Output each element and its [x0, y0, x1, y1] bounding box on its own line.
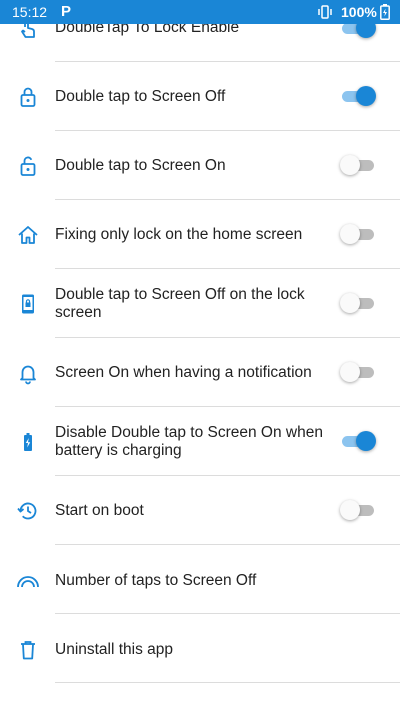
history-icon	[16, 499, 40, 523]
setting-label: Screen On when having a notification	[55, 364, 312, 381]
setting-row-screen-on[interactable]: Double tap to Screen On	[0, 131, 400, 200]
setting-label: Double tap to Screen Off on the lock scr…	[55, 286, 305, 321]
switch-thumb	[340, 362, 360, 382]
switch-thumb	[356, 431, 376, 451]
setting-label: Double tap to Screen On	[55, 157, 226, 174]
toggle-switch[interactable]	[340, 155, 376, 175]
status-bar: 15:12 P 100%	[0, 0, 400, 24]
setting-label: Uninstall this app	[55, 641, 174, 658]
switch-thumb	[340, 293, 360, 313]
signal-arc-icon	[16, 570, 40, 594]
toggle-switch[interactable]	[340, 431, 376, 451]
switch-thumb	[340, 224, 360, 244]
switch-thumb	[340, 500, 360, 520]
home-icon	[16, 223, 40, 247]
lock-open-icon	[16, 154, 40, 178]
toggle-switch[interactable]	[340, 362, 376, 382]
lock-icon	[16, 85, 40, 109]
setting-label: Disable Double tap to Screen On when bat…	[55, 424, 323, 459]
phone-lock-icon	[16, 292, 40, 316]
toggle-switch[interactable]	[340, 293, 376, 313]
setting-row-screen-off[interactable]: Double tap to Screen Off	[0, 62, 400, 131]
setting-row-notification[interactable]: Screen On when having a notification	[0, 338, 400, 407]
setting-row-battery-charging[interactable]: Disable Double tap to Screen On when bat…	[0, 407, 400, 476]
setting-row-lockscreen-off[interactable]: Double tap to Screen Off on the lock scr…	[0, 269, 400, 338]
bell-icon	[16, 361, 40, 385]
setting-row-start-on-boot[interactable]: Start on boot	[0, 476, 400, 545]
setting-label: Double tap to Screen Off	[55, 88, 226, 105]
setting-row-uninstall[interactable]: Uninstall this app	[0, 614, 400, 683]
battery-charging-icon	[16, 430, 40, 454]
setting-label: Number of taps to Screen Off	[55, 572, 257, 589]
setting-label: Fixing only lock on the home screen	[55, 226, 303, 243]
switch-thumb	[340, 155, 360, 175]
setting-row-home-lock[interactable]: Fixing only lock on the home screen	[0, 200, 400, 269]
toggle-switch[interactable]	[340, 86, 376, 106]
battery-icon	[380, 4, 390, 23]
switch-thumb	[356, 86, 376, 106]
setting-label: Start on boot	[55, 502, 144, 519]
setting-row-number-of-taps[interactable]: Number of taps to Screen Off	[0, 545, 400, 614]
divider	[55, 682, 400, 683]
toggle-switch[interactable]	[340, 500, 376, 520]
vibrate-icon	[316, 3, 334, 24]
status-time: 15:12	[12, 4, 48, 20]
battery-percent: 100%	[341, 4, 377, 20]
toggle-switch[interactable]	[340, 224, 376, 244]
app-notification-icon: P	[61, 3, 72, 20]
trash-icon	[16, 638, 40, 662]
